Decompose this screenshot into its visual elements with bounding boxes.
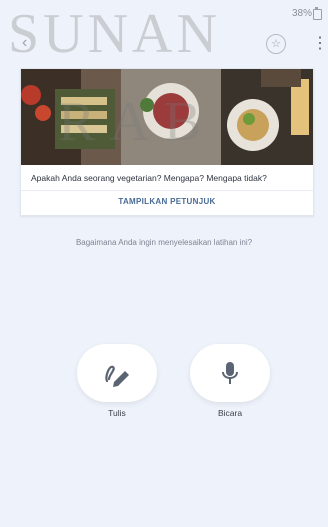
- top-bar: ‹ ☆ ⋮: [0, 28, 328, 60]
- favorite-star-button[interactable]: ☆: [266, 34, 286, 54]
- divider: [21, 190, 313, 191]
- speak-option-button[interactable]: [190, 344, 270, 402]
- battery-level: 38%: [291, 8, 312, 19]
- back-arrow-icon[interactable]: ‹: [22, 35, 36, 51]
- status-bar: 38%: [0, 0, 328, 26]
- overflow-menu-icon[interactable]: ⋮: [312, 34, 328, 54]
- microphone-icon: [222, 362, 238, 384]
- battery-icon: [313, 7, 322, 20]
- food-image: [21, 69, 313, 165]
- pen-scribble-icon: [105, 365, 129, 387]
- show-hint-button[interactable]: TAMPILKAN PETUNJUK: [21, 197, 313, 206]
- speak-option-label: Bicara: [217, 408, 243, 418]
- write-option-button[interactable]: [77, 344, 157, 402]
- completion-question: Bagaimana Anda ingin menyelesaikan latih…: [75, 238, 253, 247]
- exercise-prompt: Apakah Anda seorang vegetarian? Mengapa?…: [31, 173, 267, 183]
- exercise-card: Apakah Anda seorang vegetarian? Mengapa?…: [20, 68, 314, 216]
- write-option-label: Tulis: [108, 408, 126, 418]
